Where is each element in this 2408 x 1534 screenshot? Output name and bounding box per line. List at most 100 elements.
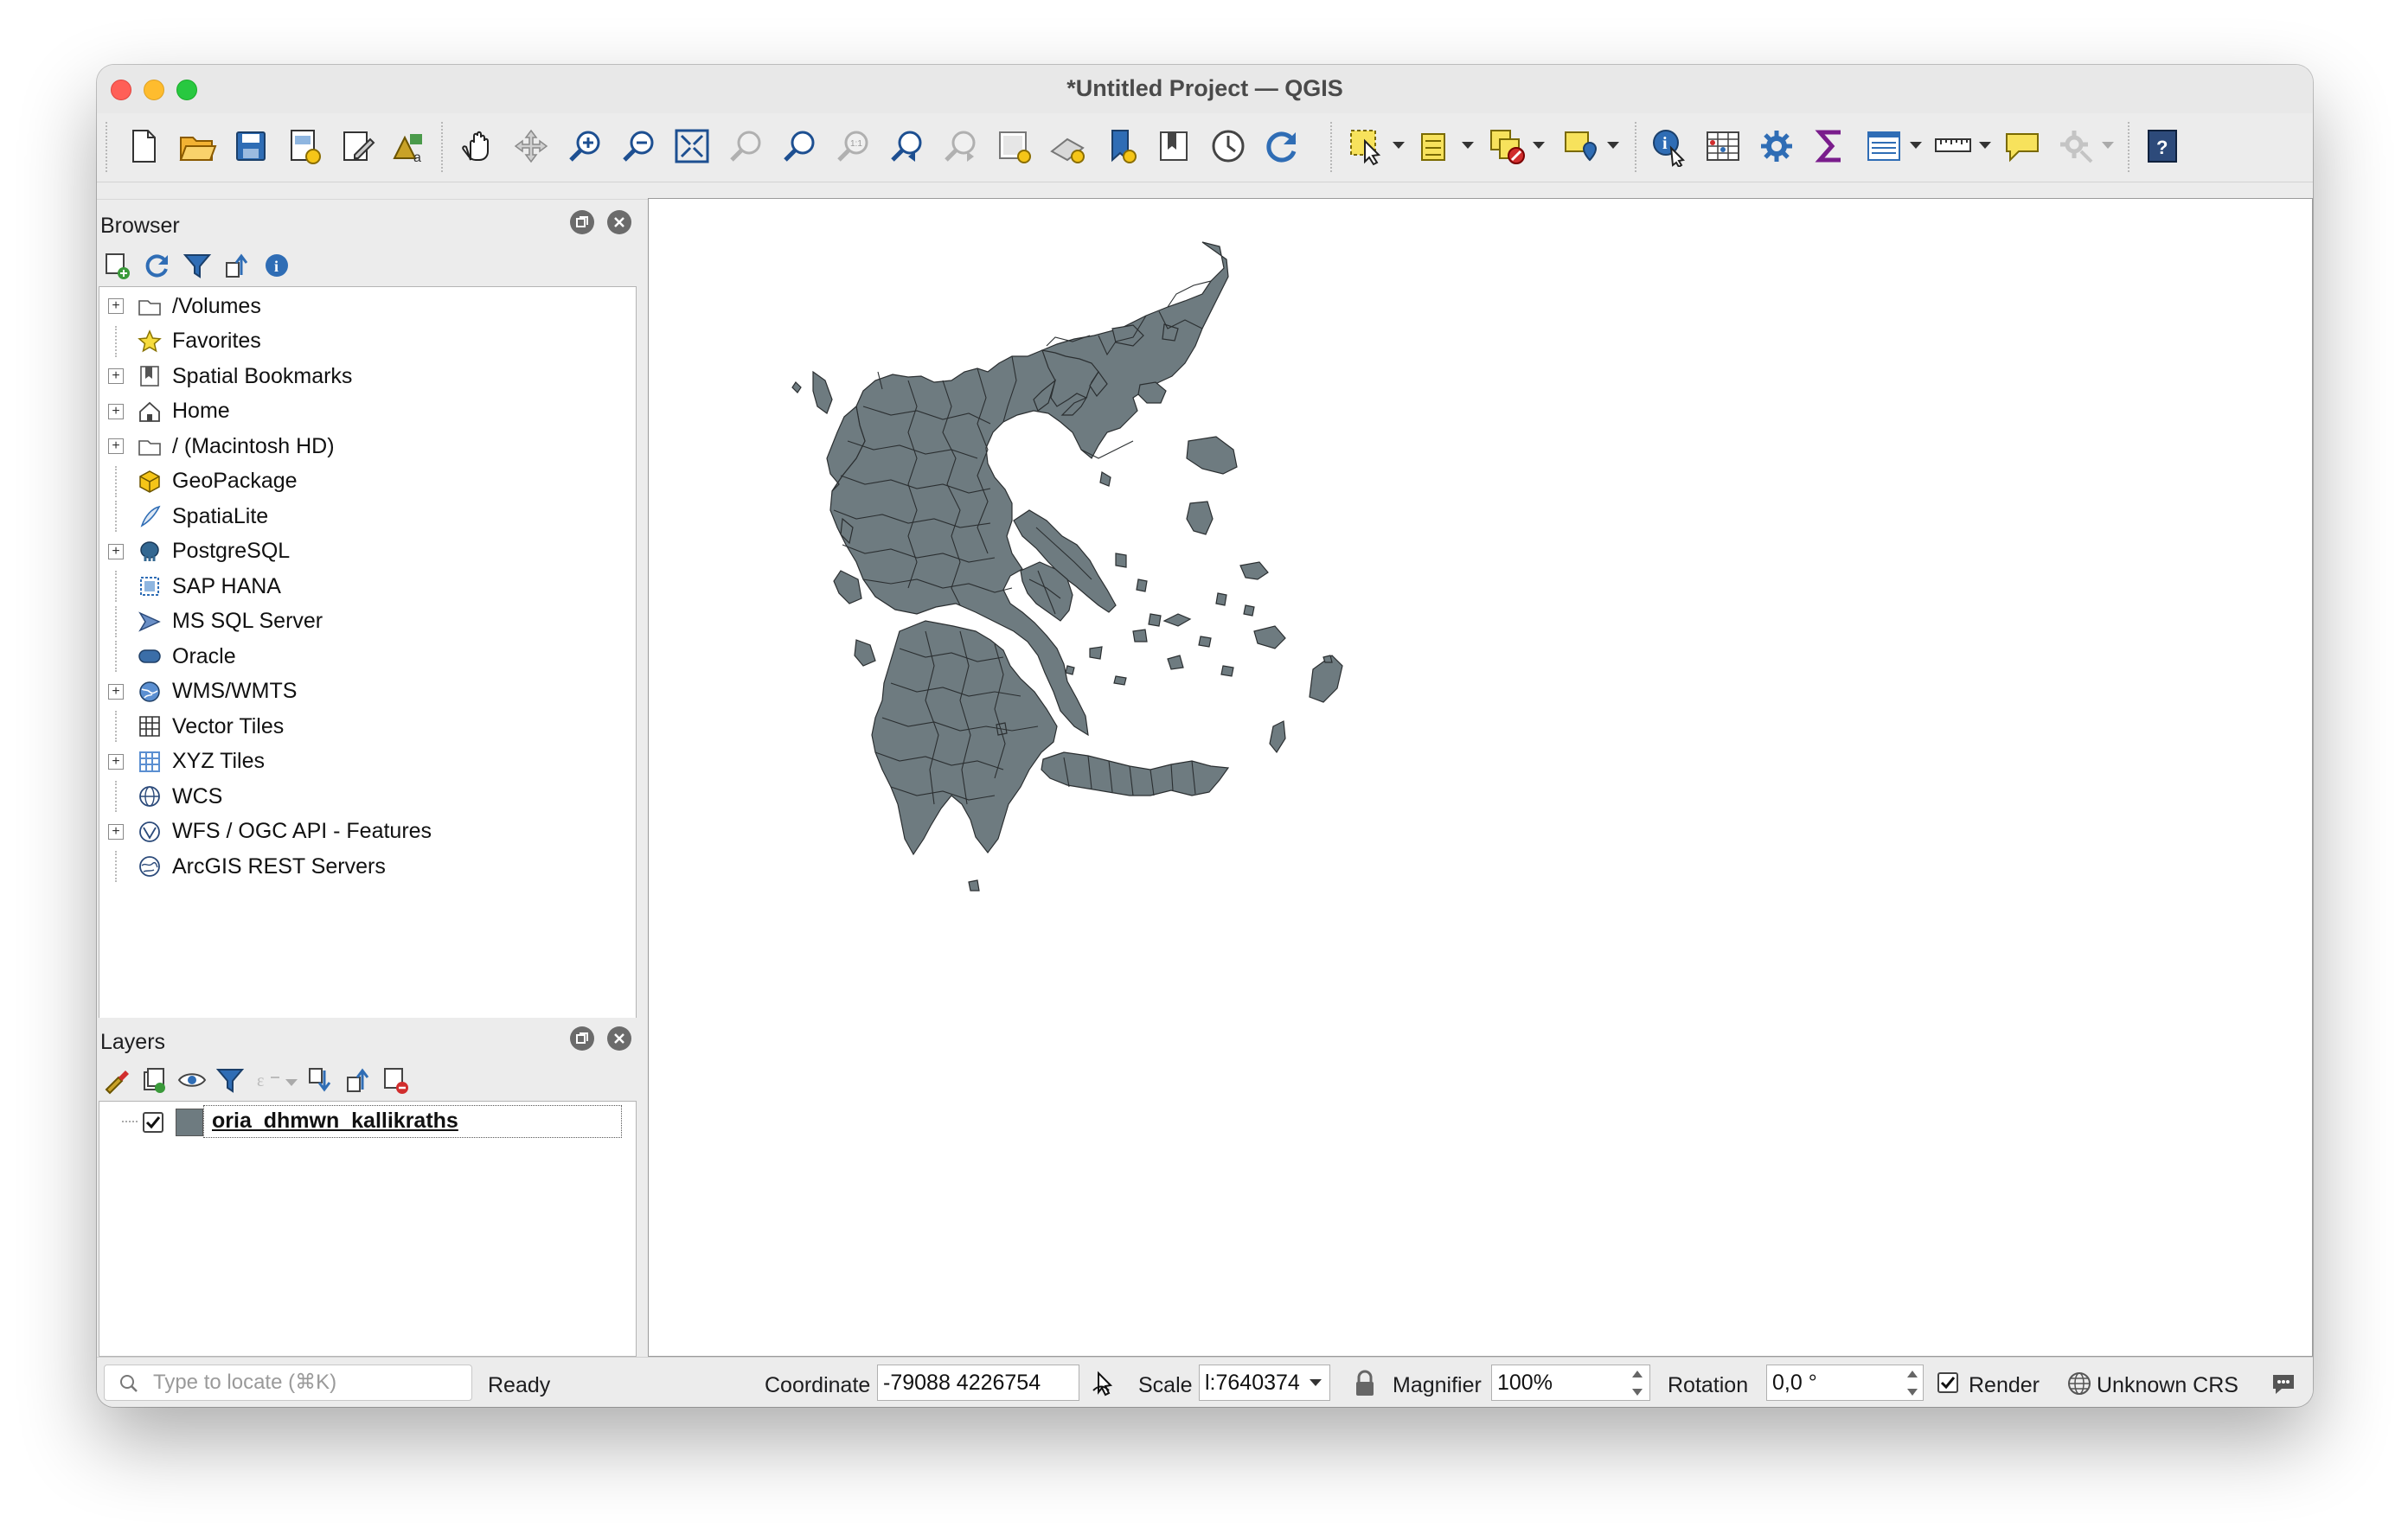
pan-to-selection-icon[interactable] [507,122,555,170]
layers-tree[interactable]: oria_dhmwn_kallikraths [99,1101,637,1357]
browser-item-favorites[interactable]: Favorites [99,325,636,357]
select-by-value-icon[interactable] [1412,122,1460,170]
select-by-location-dropdown[interactable] [1605,132,1621,158]
expand-toggle[interactable]: + [108,683,124,700]
filter-browser-icon[interactable] [182,250,213,281]
new-bookmark-icon[interactable] [1097,122,1145,170]
coordinate-field[interactable]: -79088 4226754 [877,1365,1079,1401]
browser-refresh-icon[interactable] [142,250,173,281]
layer-styling-icon[interactable] [100,1064,131,1096]
collapse-all-icon[interactable] [221,250,253,281]
browser-item-wfs-ogc-api-features[interactable]: + WFS / OGC API - Features [99,816,636,847]
browser-item-sap-hana[interactable]: SAP HANA [99,571,636,602]
zoom-out-icon[interactable] [614,122,663,170]
filter-expression-dropdown[interactable] [284,1070,299,1096]
attribute-table-icon[interactable] [1699,122,1747,170]
browser-tree[interactable]: + /Volumes Favorites + Spatial Bookmarks + Hom… [99,286,637,1066]
collapse-all-layers-icon[interactable] [343,1064,374,1096]
temporal-controller-icon[interactable] [1204,122,1252,170]
expand-toggle[interactable]: + [108,368,124,384]
expand-toggle[interactable]: + [108,753,124,770]
select-features-icon[interactable] [1342,122,1391,170]
zoom-in-icon[interactable] [560,122,609,170]
browser-item-arcgis-rest-servers[interactable]: ArcGIS REST Servers [99,851,636,882]
field-calculator-dropdown[interactable] [1908,132,1924,158]
scale-dropdown[interactable] [1308,1370,1323,1396]
map-canvas[interactable] [648,198,2313,1357]
processing-toolbox-icon[interactable] [1752,122,1801,170]
expand-toggle[interactable]: + [108,823,124,840]
measure-icon[interactable] [1929,122,1977,170]
browser-item-wcs[interactable]: WCS [99,781,636,812]
browser-item-ms-sql-server[interactable]: MS SQL Server [99,605,636,637]
layers-close-button[interactable] [607,1026,631,1051]
manage-visibility-icon[interactable] [176,1064,208,1096]
browser-close-button[interactable] [607,210,631,234]
layer-symbol-swatch[interactable] [176,1109,203,1136]
refresh-icon[interactable] [1258,122,1306,170]
plugins-icon[interactable] [2052,122,2100,170]
pan-icon[interactable] [453,122,502,170]
new-map-view-icon[interactable] [989,122,1038,170]
rotation-spinner[interactable] [1901,1365,1924,1401]
toolbar-grip[interactable] [1635,122,1638,172]
deselect-icon[interactable] [1483,122,1531,170]
zoom-last-icon[interactable] [882,122,931,170]
browser-item-postgresql[interactable]: + PostgreSQL [99,536,636,567]
browser-item-spatialite[interactable]: SpatiaLite [99,501,636,532]
save-project-icon[interactable] [227,122,275,170]
browser-item-spatial-bookmarks[interactable]: + Spatial Bookmarks [99,361,636,392]
browser-item-wms-wmts[interactable]: + WMS/WMTS [99,676,636,707]
remove-layer-icon[interactable] [381,1064,412,1096]
browser-item-home[interactable]: + Home [99,396,636,427]
add-selected-layers-icon[interactable] [102,250,133,281]
browser-item-xyz-tiles[interactable]: + XYZ Tiles [99,746,636,777]
toolbar-grip[interactable] [441,122,445,172]
open-field-calculator-icon[interactable] [1860,122,1908,170]
identify-icon[interactable]: i [1645,122,1694,170]
expand-toggle[interactable]: + [108,438,124,454]
messages-icon[interactable] [2270,1370,2297,1397]
zoom-to-selection-icon[interactable] [721,122,770,170]
toolbar-grip[interactable] [106,122,109,172]
zoom-next-icon[interactable] [936,122,984,170]
properties-info-icon[interactable]: i [261,250,292,281]
filter-by-expression-icon[interactable]: ε [253,1064,284,1096]
zoom-to-layer-icon[interactable] [775,122,823,170]
style-manager-icon[interactable]: a [384,122,432,170]
browser-item-volumes[interactable]: + /Volumes [99,291,636,322]
help-icon[interactable]: ? [2138,122,2187,170]
browser-item-vector-tiles[interactable]: Vector Tiles [99,711,636,742]
statistics-icon[interactable] [1806,122,1854,170]
toolbar-grip[interactable] [1330,122,1334,172]
measure-dropdown[interactable] [1977,132,1993,158]
crs-button[interactable]: Unknown CRS [2097,1373,2238,1398]
select-by-value-dropdown[interactable] [1460,132,1476,158]
expand-toggle[interactable]: + [108,543,124,559]
select-features-dropdown[interactable] [1391,132,1406,158]
render-checkbox[interactable] [1937,1372,1958,1393]
locator-search-input[interactable] [153,1369,464,1397]
browser-item-oracle[interactable]: Oracle [99,641,636,672]
zoom-full-icon[interactable] [668,122,716,170]
plugins-dropdown[interactable] [2100,132,2116,158]
open-project-icon[interactable] [173,122,221,170]
layer-row[interactable]: oria_dhmwn_kallikraths [99,1105,636,1136]
layout-manager-icon[interactable] [334,122,382,170]
map-tips-icon[interactable] [1998,122,2046,170]
new-project-icon[interactable] [119,122,168,170]
magnifier-spinner[interactable] [1626,1365,1649,1401]
lock-scale-icon[interactable] [1353,1370,1377,1397]
deselect-dropdown[interactable] [1531,132,1547,158]
browser-item-geopackage[interactable]: GeoPackage [99,465,636,497]
locator-bar[interactable] [104,1365,472,1401]
layer-visibility-checkbox[interactable] [143,1112,163,1133]
filter-legend-icon[interactable] [215,1064,246,1096]
mouse-coordinate-toggle-icon[interactable] [1090,1370,1118,1397]
new-3d-map-icon[interactable] [1043,122,1092,170]
new-print-layout-icon[interactable] [280,122,329,170]
rotation-field[interactable]: 0,0 ° [1766,1365,1924,1401]
layers-float-button[interactable] [570,1026,594,1051]
browser-float-button[interactable] [570,210,594,234]
show-bookmarks-icon[interactable] [1150,122,1199,170]
